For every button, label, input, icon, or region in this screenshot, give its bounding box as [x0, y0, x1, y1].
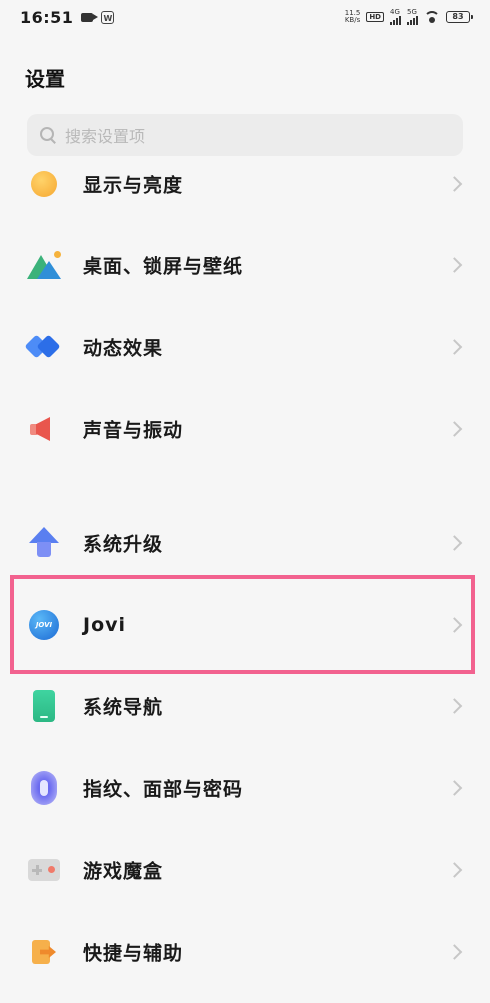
settings-item-display-brightness[interactable]: 显示与亮度: [0, 148, 490, 220]
shortcuts-icon: [26, 934, 62, 970]
network-speed: 11.5 KB/s: [345, 10, 361, 24]
search-placeholder: 搜索设置项: [65, 127, 146, 146]
settings-item-dynamic-effects[interactable]: 动态效果: [0, 311, 490, 383]
settings-item-wallpaper[interactable]: 桌面、锁屏与壁纸: [0, 229, 490, 301]
settings-item-system-navigation[interactable]: 系统导航: [0, 670, 490, 742]
signal-4g-label: 4G: [390, 7, 400, 16]
settings-item-label: 游戏魔盒: [83, 860, 164, 883]
settings-item-label: 显示与亮度: [83, 174, 184, 197]
search-icon: [39, 126, 57, 144]
system-upgrade-icon: [26, 525, 62, 561]
settings-item-label: 系统导航: [83, 696, 164, 719]
video-camera-icon: [81, 12, 99, 22]
chevron-right-icon: [446, 780, 463, 796]
signal-4g-icon: 4G: [390, 7, 401, 25]
app-notification-icon: W: [101, 10, 115, 24]
settings-item-game-box[interactable]: 游戏魔盒: [0, 834, 490, 906]
settings-item-label: 指纹、面部与密码: [83, 778, 244, 801]
signal-5g-label: 5G: [407, 7, 417, 16]
wifi-icon: [424, 11, 440, 23]
chevron-right-icon: [446, 944, 463, 960]
fingerprint-icon: [26, 770, 62, 806]
system-navigation-icon: [26, 688, 62, 724]
page-title: 设置: [25, 67, 65, 91]
status-time: 16:51: [20, 7, 74, 27]
settings-item-label: 快捷与辅助: [83, 942, 184, 965]
highlight-box: [10, 575, 475, 674]
chevron-right-icon: [446, 421, 463, 437]
chevron-right-icon: [446, 176, 463, 192]
settings-item-fingerprint[interactable]: 指纹、面部与密码: [0, 752, 490, 824]
sound-icon: [26, 411, 62, 447]
settings-item-sound[interactable]: 声音与振动: [0, 393, 490, 465]
settings-item-system-upgrade[interactable]: 系统升级: [0, 507, 490, 579]
settings-item-label: 声音与振动: [83, 419, 184, 442]
settings-item-label: 系统升级: [83, 533, 164, 556]
settings-item-shortcuts[interactable]: 快捷与辅助: [0, 916, 490, 988]
game-box-icon: [26, 852, 62, 888]
signal-5g-icon: 5G: [407, 7, 418, 25]
status-bar: 16:51 W 11.5 KB/s HD 4G 5G 83: [0, 0, 490, 34]
dynamic-effects-icon: [24, 329, 62, 365]
wallpaper-icon: [26, 247, 62, 283]
battery-icon: 83: [446, 11, 473, 23]
settings-item-label: 动态效果: [83, 337, 164, 360]
settings-item-label: 桌面、锁屏与壁纸: [83, 255, 244, 278]
chevron-right-icon: [446, 535, 463, 551]
network-speed-unit: KB/s: [344, 16, 361, 24]
status-right: 11.5 KB/s HD 4G 5G 83: [345, 7, 473, 25]
status-left: 16:51 W: [20, 7, 115, 27]
display-brightness-icon: [26, 166, 62, 202]
chevron-right-icon: [446, 698, 463, 714]
chevron-right-icon: [446, 862, 463, 878]
chevron-right-icon: [446, 257, 463, 273]
chevron-right-icon: [446, 339, 463, 355]
hd-voice-icon: HD: [366, 12, 384, 22]
